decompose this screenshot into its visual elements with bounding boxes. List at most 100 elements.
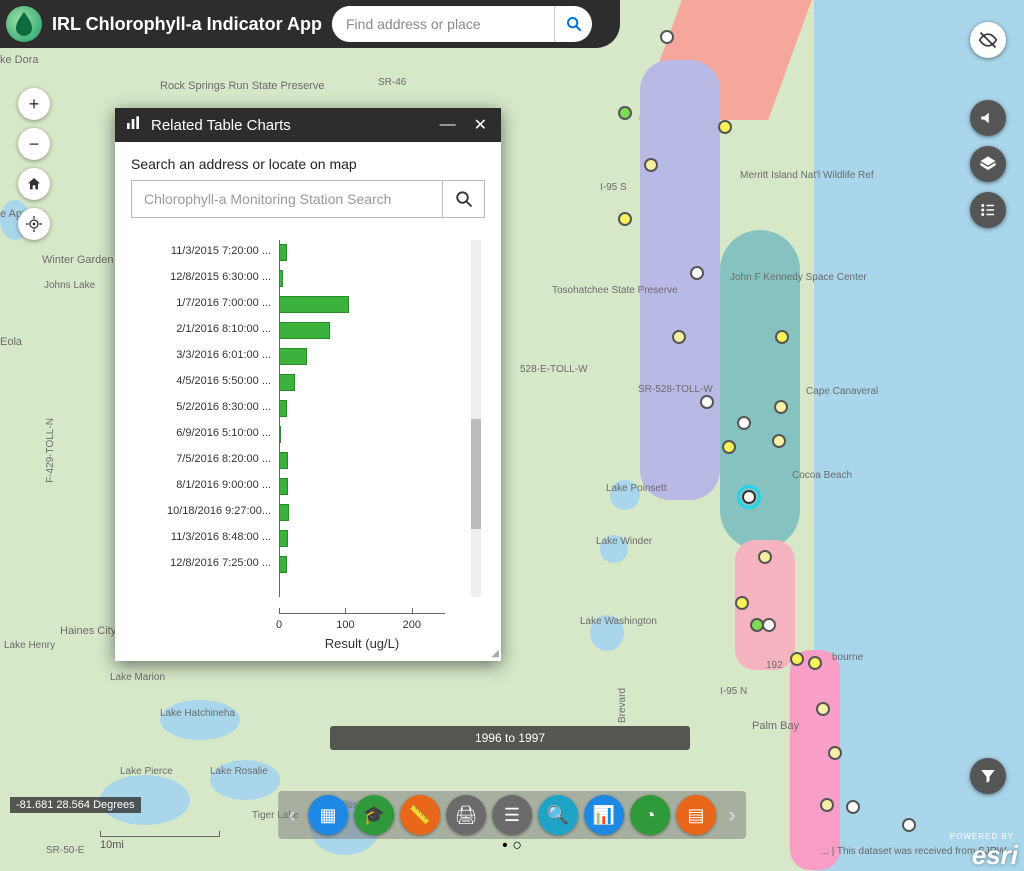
chart-bar-label: 3/3/2016 6:01:00 ...: [131, 349, 271, 361]
station-marker[interactable]: [790, 652, 804, 666]
chart-bar-label: 11/3/2016 8:48:00 ...: [131, 531, 271, 543]
chart-bar-label: 2/1/2016 8:10:00 ...: [131, 323, 271, 335]
charts-button[interactable]: 📊: [584, 795, 624, 835]
chart-tick-label: 100: [336, 619, 354, 631]
lagoon-zone: [640, 60, 720, 500]
header-search-button[interactable]: [554, 6, 592, 42]
header-search-input[interactable]: [332, 6, 554, 42]
chart-bar[interactable]: [279, 504, 289, 521]
chart-bar[interactable]: [279, 530, 288, 547]
filter-button[interactable]: [970, 758, 1006, 794]
station-marker[interactable]: [672, 330, 686, 344]
visibility-toggle-button[interactable]: [970, 22, 1006, 58]
chart-bar-row: 1/7/2016 7:00:00 ...: [279, 292, 445, 318]
panel-title: Related Table Charts: [151, 117, 291, 134]
chart-bar-row: 6/9/2016 5:10:00 ...: [279, 422, 445, 448]
chart-bar[interactable]: [279, 322, 330, 339]
station-marker[interactable]: [846, 800, 860, 814]
grid-button[interactable]: ▤: [676, 795, 716, 835]
chart-bar-label: 12/8/2015 6:30:00 ...: [131, 271, 271, 283]
station-marker[interactable]: [820, 798, 834, 812]
station-marker[interactable]: [828, 746, 842, 760]
station-marker[interactable]: [737, 416, 751, 430]
chart-bar[interactable]: [279, 374, 295, 391]
dock-next-button[interactable]: ›: [722, 795, 742, 835]
station-marker[interactable]: [690, 266, 704, 280]
station-marker[interactable]: [902, 818, 916, 832]
announcements-button[interactable]: [970, 100, 1006, 136]
chart-bar-row: 12/8/2016 7:25:00 ...: [279, 552, 445, 578]
charts-panel: Related Table Charts — ✕ Search an addre…: [115, 108, 501, 661]
map-label: bourne: [832, 652, 863, 663]
panel-close-button[interactable]: ✕: [470, 115, 491, 135]
time-button[interactable]: ◔: [630, 795, 670, 835]
home-button[interactable]: [18, 168, 50, 200]
zoom-out-button[interactable]: −: [18, 128, 50, 160]
chart-tick: [345, 608, 346, 614]
station-marker[interactable]: [772, 434, 786, 448]
panel-search-input[interactable]: [132, 181, 442, 217]
locate-button[interactable]: [18, 208, 50, 240]
station-marker[interactable]: [774, 400, 788, 414]
station-marker[interactable]: [700, 395, 714, 409]
chart-bar[interactable]: [279, 400, 287, 417]
station-marker[interactable]: [718, 120, 732, 134]
map-label: Cape Canaveral: [806, 386, 878, 397]
chart-x-label: Result (ug/L): [279, 636, 445, 651]
table-button[interactable]: ☰: [492, 795, 532, 835]
map-label: Lake Washington: [580, 616, 657, 627]
chart-bar-row: 11/3/2015 7:20:00 ...: [279, 240, 445, 266]
chart-bar[interactable]: [279, 244, 287, 261]
widget-dock: ‹ ▦🎓📏🖨☰🔍📊◔▤ › • ○: [502, 837, 522, 855]
layers-button[interactable]: [970, 146, 1006, 182]
dock-prev-button[interactable]: ‹: [282, 795, 302, 835]
panel-search: [131, 180, 485, 218]
query-button[interactable]: 🔍: [538, 795, 578, 835]
legend-button[interactable]: [970, 192, 1006, 228]
chart-bar-label: 11/3/2015 7:20:00 ...: [131, 245, 271, 257]
chart-bar-row: 12/8/2015 6:30:00 ...: [279, 266, 445, 292]
chart-bar[interactable]: [279, 556, 287, 573]
station-marker[interactable]: [735, 596, 749, 610]
map-label: SR-50-E: [46, 845, 84, 856]
chart-bar-row: 4/5/2016 5:50:00 ...: [279, 370, 445, 396]
panel-resize-handle[interactable]: ◢: [491, 648, 499, 659]
station-marker[interactable]: [618, 212, 632, 226]
station-marker[interactable]: [758, 550, 772, 564]
chart-bar[interactable]: [279, 348, 307, 365]
basemap-button[interactable]: ▦: [308, 795, 348, 835]
measure-button[interactable]: 📏: [400, 795, 440, 835]
education-button[interactable]: 🎓: [354, 795, 394, 835]
map-label: Winter Garden: [42, 254, 114, 266]
station-marker-selected[interactable]: [742, 490, 756, 504]
chart-bar-label: 7/5/2016 8:20:00 ...: [131, 453, 271, 465]
lake: [160, 700, 240, 740]
chart-bar[interactable]: [279, 452, 288, 469]
station-marker[interactable]: [644, 158, 658, 172]
chart-bar-label: 1/7/2016 7:00:00 ...: [131, 297, 271, 309]
panel-titlebar: Related Table Charts — ✕: [115, 108, 501, 142]
print-button[interactable]: 🖨: [446, 795, 486, 835]
map-label: Lake Henry: [4, 640, 55, 651]
map-label: Cocoa Beach: [792, 470, 852, 481]
map-label: Merritt Island Nat'l Wildlife Ref: [740, 170, 874, 181]
map-label: Palm Bay: [752, 720, 799, 732]
chart-scrollbar[interactable]: [471, 240, 481, 597]
panel-minimize-button[interactable]: —: [436, 116, 460, 134]
station-marker[interactable]: [816, 702, 830, 716]
station-marker[interactable]: [722, 440, 736, 454]
map-label: Lake Winder: [596, 536, 652, 547]
station-marker[interactable]: [808, 656, 822, 670]
map-label: Lake Hatchineha: [160, 708, 235, 719]
station-marker[interactable]: [660, 30, 674, 44]
panel-search-button[interactable]: [442, 181, 484, 217]
chart-tick: [279, 608, 280, 614]
chart-bar[interactable]: [279, 478, 288, 495]
station-marker[interactable]: [775, 330, 789, 344]
zoom-in-button[interactable]: +: [18, 88, 50, 120]
chart-bar[interactable]: [279, 296, 349, 313]
station-marker[interactable]: [762, 618, 776, 632]
map-label: Haines City: [60, 625, 116, 637]
station-marker[interactable]: [618, 106, 632, 120]
panel-prompt: Search an address or locate on map: [131, 156, 485, 172]
